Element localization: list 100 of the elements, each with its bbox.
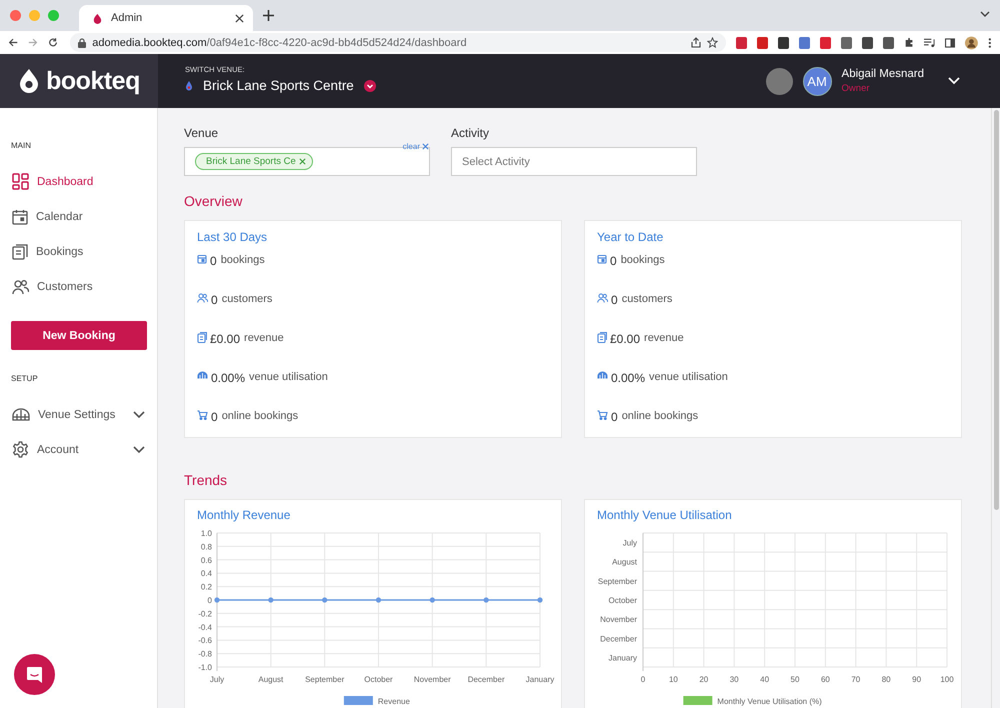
y-tick-label: -0.4	[198, 622, 212, 632]
x-tick-label: 90	[912, 675, 922, 684]
stat-label: online bookings	[222, 410, 298, 422]
stat-value: 0.00%	[211, 371, 246, 385]
logo-text: bookteq	[46, 66, 140, 96]
extension-icon[interactable]	[883, 36, 894, 48]
user-role: Owner	[842, 83, 871, 94]
y-tick-label: 1.0	[200, 529, 212, 538]
stat-value: 0	[611, 410, 618, 424]
y-tick-label: -0.6	[198, 636, 212, 646]
data-point[interactable]	[322, 597, 328, 603]
data-point[interactable]	[430, 597, 435, 603]
user-avatar[interactable]: AM	[802, 66, 832, 96]
activity-select[interactable]: Select Activity	[451, 147, 697, 176]
sidebar-item[interactable]: Bookings	[0, 234, 157, 269]
x-tick-label: January	[526, 675, 554, 684]
lock-icon	[78, 38, 86, 48]
dashboard-grid-icon	[12, 173, 29, 190]
chevron-down-icon[interactable]	[133, 410, 145, 418]
stat-label: venue utilisation	[249, 371, 328, 383]
new-booking-button[interactable]: New Booking	[11, 321, 147, 350]
data-point[interactable]	[376, 597, 382, 603]
close-icon[interactable]	[235, 14, 244, 22]
remove-icon[interactable]	[298, 158, 306, 165]
address-bar[interactable]: adomedia.bookteq.com/0af94e1c-f8cc-4220-ac9d-bb4d5d524d24/dashboard	[70, 33, 726, 52]
x-tick-label: October	[364, 675, 393, 684]
dome-icon	[597, 371, 608, 379]
x-tick-label: 80	[882, 675, 891, 684]
card-title: Year to Date	[597, 230, 664, 244]
extension-icon[interactable]	[778, 36, 790, 48]
chat-icon	[26, 666, 43, 684]
star-icon[interactable]	[707, 37, 718, 48]
x-tick-label: December	[468, 675, 505, 684]
stat-value: 0	[210, 254, 217, 268]
stat-value: 0	[211, 293, 218, 307]
sidebar-item[interactable]: Venue Settings	[0, 397, 157, 432]
people-icon	[597, 293, 608, 303]
chart-title: Monthly Venue Utilisation	[596, 508, 733, 522]
extension-icon[interactable]	[841, 36, 852, 48]
browser-tab[interactable]: Admin	[79, 5, 253, 31]
card-title: Last 30 Days	[197, 230, 268, 244]
data-point[interactable]	[214, 597, 220, 603]
data-point[interactable]	[537, 597, 543, 603]
chevron-down-icon[interactable]	[133, 446, 145, 454]
section-title: Trends	[184, 472, 228, 488]
settings-icon	[12, 441, 29, 458]
y-tick-label: January	[608, 653, 637, 662]
share-icon[interactable]	[691, 37, 702, 48]
profile-avatar-icon[interactable]	[965, 36, 978, 50]
back-icon[interactable]	[8, 37, 18, 48]
tab-list-icon[interactable]	[980, 11, 990, 18]
x-tick-label: 20	[699, 675, 708, 684]
y-tick-label: 0.8	[200, 542, 212, 552]
x-tick-label: August	[258, 675, 284, 684]
sidebar-item[interactable]: Calendar	[0, 199, 157, 234]
avatar-placeholder-icon[interactable]	[766, 68, 793, 94]
user-name: Abigail Mesnard	[842, 68, 924, 80]
venue-logo-icon	[185, 80, 193, 90]
extension-icon[interactable]	[757, 36, 768, 48]
reload-icon[interactable]	[48, 37, 58, 48]
sidebar-item[interactable]: Customers	[0, 269, 157, 304]
y-tick-label: -1.0	[198, 663, 212, 672]
x-tick-label: 50	[790, 675, 800, 684]
new-tab-icon[interactable]	[263, 10, 274, 21]
y-tick-label: 0.6	[200, 556, 212, 565]
x-tick-label: 40	[760, 675, 770, 684]
calendar-icon	[12, 208, 28, 224]
venue-name[interactable]: Brick Lane Sports Centre	[203, 78, 354, 93]
stat-label: customers	[622, 293, 672, 305]
section-heading: MAIN	[10, 141, 32, 150]
side-panel-icon[interactable]	[945, 38, 956, 48]
stat-value: 0	[211, 410, 218, 424]
dome-icon	[197, 371, 208, 379]
sidebar-item[interactable]: Account	[0, 432, 157, 467]
y-tick-label: October	[608, 596, 637, 605]
calendar-icon	[597, 254, 607, 264]
x-tick-label: July	[210, 675, 224, 684]
stat-value: £0.00	[610, 332, 640, 346]
data-point[interactable]	[268, 597, 274, 603]
stat-label: venue utilisation	[649, 371, 728, 383]
field-label: Activity	[451, 126, 490, 140]
puzzle-icon[interactable]	[904, 37, 914, 48]
stat-value: 0	[610, 254, 617, 268]
stat-value: 0	[611, 293, 618, 307]
menu-icon[interactable]	[988, 36, 992, 48]
chart-title: Monthly Revenue	[196, 508, 292, 522]
y-tick-label: -0.2	[198, 609, 212, 618]
data-point[interactable]	[484, 597, 489, 603]
extension-icon[interactable]	[862, 36, 874, 48]
calendar-icon	[197, 254, 207, 264]
chat-button[interactable]	[14, 654, 55, 695]
dropdown-icon[interactable]	[364, 80, 376, 92]
scrollbar[interactable]	[991, 108, 1000, 708]
sidebar-item[interactable]: Dashboard	[0, 164, 157, 199]
logo-icon	[18, 68, 40, 94]
y-tick-label: November	[600, 615, 637, 624]
favicon-icon	[92, 12, 103, 24]
stat-label: online bookings	[622, 410, 698, 422]
playlist-icon[interactable]	[924, 38, 936, 48]
y-tick-label: September	[598, 576, 637, 586]
